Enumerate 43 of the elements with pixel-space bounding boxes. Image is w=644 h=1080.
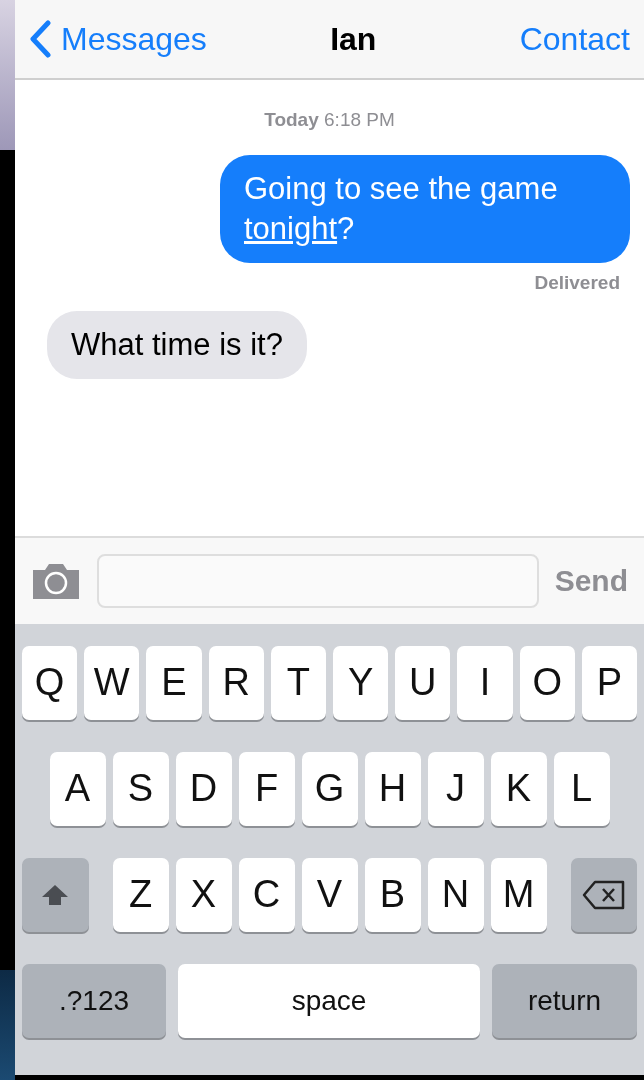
contact-button[interactable]: Contact <box>519 15 630 63</box>
key[interactable]: W <box>84 645 140 720</box>
key[interactable]: Z <box>112 857 169 932</box>
backspace-icon <box>581 879 626 910</box>
link[interactable]: tonight <box>244 210 338 246</box>
key[interactable]: B <box>364 857 421 932</box>
key[interactable]: L <box>553 751 610 826</box>
key[interactable]: U <box>395 645 451 720</box>
conversation-title: Ian <box>330 20 377 59</box>
key[interactable]: S <box>112 751 169 826</box>
key[interactable]: K <box>490 751 547 826</box>
message-text: What time is it? <box>71 327 283 362</box>
key[interactable]: F <box>238 751 295 826</box>
key[interactable]: N <box>427 857 484 932</box>
key[interactable]: Y <box>333 645 389 720</box>
delivery-status: Delivered <box>534 270 620 295</box>
key[interactable]: G <box>301 751 358 826</box>
key[interactable]: X <box>175 857 232 932</box>
timestamp: Today 6:18 PM <box>264 109 395 130</box>
key[interactable]: E <box>146 645 202 720</box>
message-input-field[interactable] <box>97 553 539 608</box>
camera-icon <box>31 561 81 600</box>
key[interactable]: A <box>49 751 106 826</box>
message-text: Going to see the game tonight? <box>244 170 558 246</box>
delete-key[interactable] <box>570 857 637 932</box>
key[interactable]: Q <box>22 645 78 720</box>
key[interactable]: R <box>208 645 264 720</box>
key[interactable]: M <box>490 857 547 932</box>
key[interactable]: J <box>427 751 484 826</box>
shift-key[interactable] <box>22 857 89 932</box>
key[interactable]: I <box>457 645 513 720</box>
key[interactable]: T <box>270 645 326 720</box>
key[interactable]: O <box>519 645 575 720</box>
space-key[interactable]: space <box>178 963 480 1038</box>
back-button[interactable]: Messages <box>29 15 207 63</box>
key[interactable]: C <box>238 857 295 932</box>
return-key[interactable]: return <box>492 963 637 1038</box>
key[interactable]: H <box>364 751 421 826</box>
key[interactable]: D <box>175 751 232 826</box>
key[interactable]: V <box>301 857 358 932</box>
key[interactable]: P <box>581 645 638 720</box>
numbers-key[interactable]: .?123 <box>22 963 166 1038</box>
chevron-left-icon <box>29 20 51 58</box>
